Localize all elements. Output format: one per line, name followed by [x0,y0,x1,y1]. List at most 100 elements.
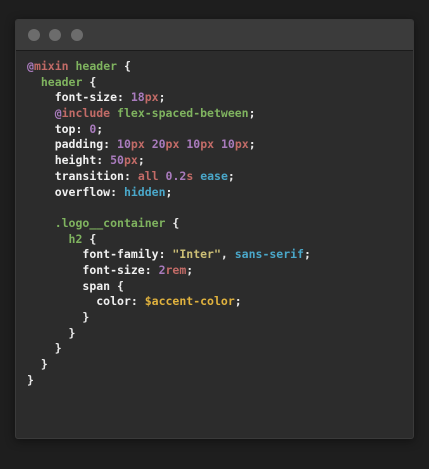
code-token: .logo__container [54,215,166,230]
code-line: } [27,326,311,342]
code-line: } [27,373,311,389]
code-token: font-family [82,247,159,262]
code-line: header { [27,75,311,91]
code-token: rem [165,262,187,277]
code-token: { [82,231,97,246]
code-line: height: 50px; [27,153,311,169]
code-token: mixin [33,59,69,73]
close-window-button[interactable] [28,29,40,41]
code-token: font-size [54,90,118,105]
code-token: overflow [54,184,111,199]
code-token: : [158,247,173,262]
code-token: px [144,90,159,105]
code-token: 10 [186,137,201,152]
code-line: } [27,310,311,326]
code-token: hidden [123,184,166,199]
code-token: ; [158,90,166,105]
code-token: transition [54,168,124,183]
code-line: .logo__container { [27,216,311,232]
code-line: font-size: 2rem; [27,263,311,279]
maximize-window-button[interactable] [71,29,83,41]
code-token: ; [248,137,256,152]
code-line: padding: 10px 20px 10px 10px; [27,137,311,153]
code-token: @ [27,59,34,73]
code-window: @mixin header { header { font-size: 18px… [15,19,414,439]
code-token: px [200,137,215,152]
code-token: : [110,184,124,199]
code-token: padding [54,137,104,152]
code-token: : [144,262,159,277]
code-token: 2 [158,262,166,277]
code-token: ; [165,184,173,199]
code-token: 50 [110,153,124,168]
code-token: $accent-color [144,294,235,309]
code-token: ; [227,168,235,183]
code-token: @ [54,106,62,121]
code-token: { [117,59,131,73]
code-token: 18 [130,90,145,105]
code-token: ; [137,153,145,168]
code-token: : [75,121,90,136]
code-token: , [220,247,235,262]
code-token: { [110,278,124,293]
code-token: : [117,90,131,105]
code-token: ; [96,121,104,136]
code-token: color [96,294,131,309]
code-token: 10 [221,137,235,152]
code-line: transition: all 0.2s ease; [27,169,311,185]
code-line: span { [27,279,311,295]
code-token: all [137,168,159,183]
code-line: font-size: 18px; [27,90,311,106]
code-block: @mixin header { header { font-size: 18px… [27,59,311,388]
code-line: } [27,341,311,357]
code-token: } [27,357,48,372]
code-token: flex-spaced-between [117,106,249,121]
code-token: h2 [68,231,83,246]
code-line: h2 { [27,232,311,248]
code-token: px [234,137,249,152]
code-token: "Inter" [172,247,221,262]
code-token: px [165,137,180,152]
code-line: font-family: "Inter", sans-serif; [27,247,311,263]
code-token: } [27,310,90,324]
code-token: 10 [117,137,131,152]
code-line: top: 0; [27,122,311,138]
code-token: top [54,121,76,136]
code-token: : [130,294,145,309]
code-token: ; [186,262,194,277]
title-bar [16,20,413,51]
code-token: ; [248,106,256,121]
code-token: { [82,74,97,89]
code-token: span [82,278,111,293]
code-token: { [165,215,180,230]
code-token: header [40,74,83,89]
code-line: } [27,357,311,373]
code-token: 0.2 [165,168,187,183]
code-token: px [123,153,138,168]
code-token: } [27,341,62,356]
code-token: : [123,168,138,183]
code-token: : [103,137,118,152]
minimize-window-button[interactable] [49,29,61,41]
code-token: 20 [151,137,166,152]
code-token: } [27,325,76,340]
code-token: font-size [82,262,145,277]
code-line: color: $accent-color; [27,294,311,310]
